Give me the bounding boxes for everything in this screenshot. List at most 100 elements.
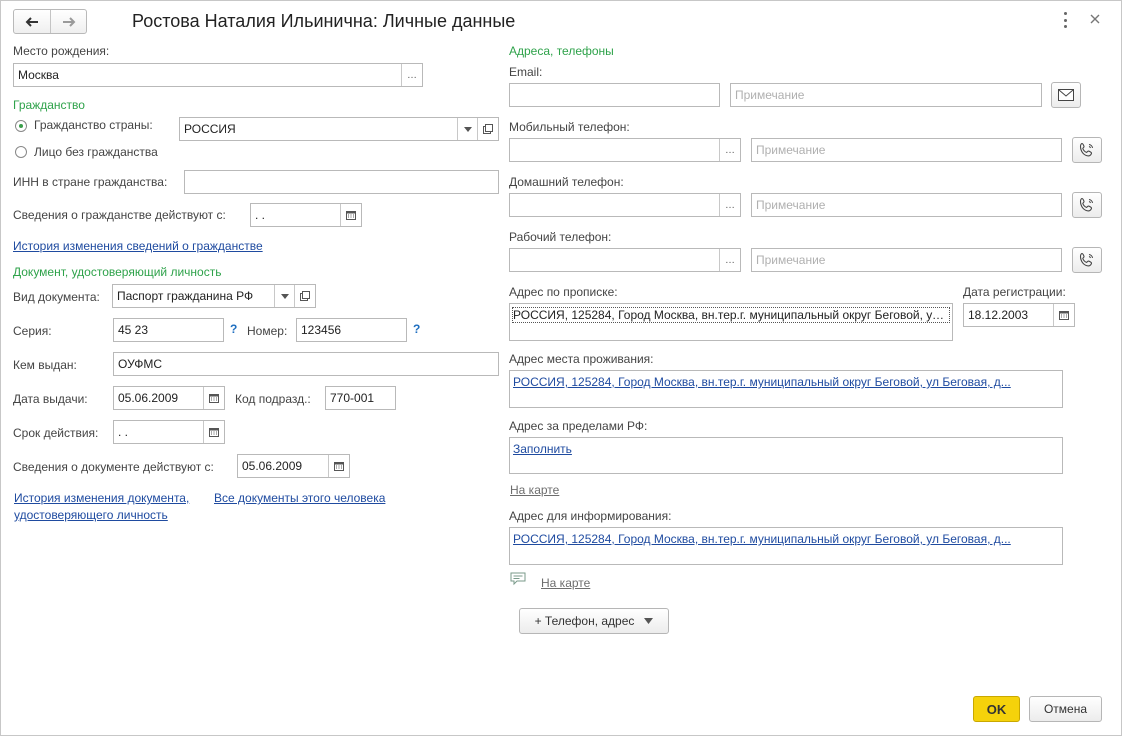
chevron-down-icon xyxy=(464,126,472,132)
reg-date-calendar-button[interactable] xyxy=(1053,304,1074,326)
work-phone-edit-button[interactable]: … xyxy=(719,249,740,271)
window-title: Ростова Наталия Ильинична: Личные данные xyxy=(132,11,516,31)
foreign-address-label: Адрес за пределами РФ: xyxy=(509,419,648,433)
cancel-button[interactable]: Отмена xyxy=(1029,696,1102,722)
arrow-right-icon xyxy=(63,16,76,27)
back-button[interactable] xyxy=(14,10,51,33)
foreign-address-map-link[interactable]: На карте xyxy=(510,483,559,497)
home-phone-input[interactable]: … xyxy=(509,193,741,217)
doc-dept-code-input[interactable]: 770-001 xyxy=(325,386,396,410)
citizenship-dropdown-button[interactable] xyxy=(457,118,478,140)
residence-address-label: Адрес места проживания: xyxy=(509,352,654,366)
document-section: Документ, удостоверяющий личность xyxy=(13,265,222,279)
envelope-icon xyxy=(1058,89,1074,101)
doc-expiry-value: . . xyxy=(118,425,129,439)
doc-number-help-icon[interactable]: ? xyxy=(413,322,420,336)
doc-history-link-line2[interactable]: удостоверяющего личность xyxy=(14,508,168,522)
citizenship-valid-from-value: . . xyxy=(255,208,266,222)
work-phone-input[interactable]: … xyxy=(509,248,741,272)
forward-button[interactable] xyxy=(51,10,87,33)
reg-date-value: 18.12.2003 xyxy=(968,308,1029,322)
doc-series-label: Серия: xyxy=(13,324,52,338)
doc-issue-date-input[interactable]: 05.06.2009 xyxy=(113,386,225,410)
doc-valid-from-label: Сведения о документе действуют с: xyxy=(13,460,214,474)
mobile-phone-input[interactable]: … xyxy=(509,138,741,162)
close-icon[interactable] xyxy=(1088,12,1102,26)
citizenship-country-label[interactable]: Гражданство страны: xyxy=(34,118,153,132)
call-mobile-button[interactable] xyxy=(1072,137,1102,163)
mobile-phone-edit-button[interactable]: … xyxy=(719,139,740,161)
citizenship-section: Гражданство xyxy=(13,98,85,112)
inn-label: ИНН в стране гражданства: xyxy=(13,175,168,189)
chevron-down-icon xyxy=(644,618,654,624)
doc-number-label: Номер: xyxy=(247,324,288,338)
birthplace-select-button[interactable]: … xyxy=(401,64,422,86)
doc-issued-by-label: Кем выдан: xyxy=(13,358,77,372)
doc-type-open-button[interactable] xyxy=(294,285,315,307)
doc-series-help-icon[interactable]: ? xyxy=(230,322,237,336)
doc-expiry-calendar-button[interactable] xyxy=(203,421,224,443)
calendar-icon xyxy=(334,462,344,471)
doc-issue-date-calendar-button[interactable] xyxy=(203,387,224,409)
email-note-input[interactable]: Примечание xyxy=(730,83,1042,107)
open-icon xyxy=(300,291,310,301)
citizenship-country-input[interactable]: РОССИЯ xyxy=(179,117,499,141)
home-phone-note-input[interactable]: Примечание xyxy=(751,193,1062,217)
mobile-phone-label: Мобильный телефон: xyxy=(509,120,630,134)
doc-issued-by-input[interactable]: ОУФМС xyxy=(113,352,499,376)
reg-date-label: Дата регистрации: xyxy=(963,285,1066,299)
phone-icon xyxy=(1079,142,1093,157)
doc-type-dropdown-button[interactable] xyxy=(274,285,295,307)
info-address-field[interactable]: РОССИЯ, 125284, Город Москва, вн.тер.г. … xyxy=(509,527,1063,565)
doc-valid-from-value: 05.06.2009 xyxy=(242,459,303,473)
doc-valid-from-calendar-button[interactable] xyxy=(328,455,349,477)
doc-type-label: Вид документа: xyxy=(13,290,100,304)
info-address-map-link[interactable]: На карте xyxy=(541,576,590,590)
foreign-address-field[interactable]: Заполнить xyxy=(509,437,1063,474)
citizenship-stateless-label[interactable]: Лицо без гражданства xyxy=(34,145,158,159)
more-menu-icon[interactable] xyxy=(1060,12,1070,28)
arrow-left-icon xyxy=(25,16,38,27)
doc-dept-code-label: Код подразд.: xyxy=(235,392,311,406)
info-address-value: РОССИЯ, 125284, Город Москва, вн.тер.г. … xyxy=(513,532,1011,546)
send-email-button[interactable] xyxy=(1051,82,1081,108)
citizenship-history-link[interactable]: История изменения сведений о гражданстве xyxy=(13,239,263,253)
citizenship-valid-from-input[interactable]: . . xyxy=(250,203,362,227)
comment-icon[interactable] xyxy=(510,572,526,586)
citizenship-calendar-button[interactable] xyxy=(340,204,361,226)
call-home-button[interactable] xyxy=(1072,192,1102,218)
doc-expiry-input[interactable]: . . xyxy=(113,420,225,444)
foreign-address-fill-link[interactable]: Заполнить xyxy=(513,442,572,456)
doc-type-input[interactable]: Паспорт гражданина РФ xyxy=(112,284,316,308)
mobile-phone-note-input[interactable]: Примечание xyxy=(751,138,1062,162)
doc-expiry-label: Срок действия: xyxy=(13,426,99,440)
ok-button[interactable]: OK xyxy=(973,696,1020,722)
home-phone-label: Домашний телефон: xyxy=(509,175,624,189)
doc-number-input[interactable]: 123456 xyxy=(296,318,407,342)
residence-address-field[interactable]: РОССИЯ, 125284, Город Москва, вн.тер.г. … xyxy=(509,370,1063,408)
add-contact-button[interactable]: + Телефон, адрес xyxy=(519,608,669,634)
all-documents-link[interactable]: Все документы этого человека xyxy=(214,491,385,505)
nav-buttons xyxy=(13,9,87,34)
inn-input[interactable] xyxy=(184,170,499,194)
citizenship-open-button[interactable] xyxy=(477,118,498,140)
calendar-icon xyxy=(1059,311,1069,320)
residence-address-value: РОССИЯ, 125284, Город Москва, вн.тер.г. … xyxy=(513,375,1011,389)
home-phone-edit-button[interactable]: … xyxy=(719,194,740,216)
email-label: Email: xyxy=(509,65,543,79)
citizenship-stateless-radio[interactable] xyxy=(15,146,27,158)
reg-date-input[interactable]: 18.12.2003 xyxy=(963,303,1075,327)
doc-valid-from-input[interactable]: 05.06.2009 xyxy=(237,454,350,478)
email-input[interactable] xyxy=(509,83,720,107)
calendar-icon xyxy=(209,428,219,437)
work-phone-note-input[interactable]: Примечание xyxy=(751,248,1062,272)
doc-history-link-line1[interactable]: История изменения документа, xyxy=(14,491,189,505)
reg-address-field[interactable]: РОССИЯ, 125284, Город Москва, вн.тер.г. … xyxy=(509,303,953,341)
call-work-button[interactable] xyxy=(1072,247,1102,273)
birthplace-input[interactable]: Москва … xyxy=(13,63,423,87)
doc-series-input[interactable]: 45 23 xyxy=(113,318,224,342)
reg-address-label: Адрес по прописке: xyxy=(509,285,618,299)
citizenship-country-radio[interactable] xyxy=(15,120,27,132)
info-address-label: Адрес для информирования: xyxy=(509,509,672,523)
work-phone-label: Рабочий телефон: xyxy=(509,230,612,244)
